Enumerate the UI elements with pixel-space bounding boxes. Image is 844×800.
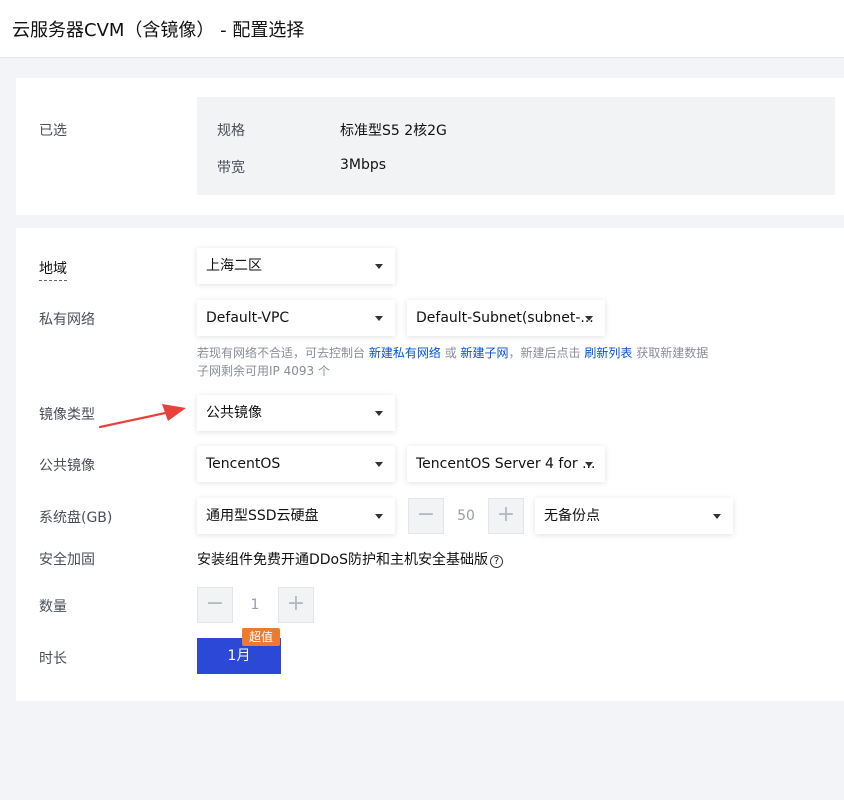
- region-label[interactable]: 地域: [39, 258, 67, 281]
- chevron-down-icon: [585, 462, 593, 467]
- selected-label: 已选: [39, 123, 67, 139]
- help-icon[interactable]: ?: [490, 555, 504, 568]
- network-label: 私有网络: [39, 312, 95, 328]
- chevron-down-icon: [375, 514, 383, 519]
- refresh-list-link[interactable]: 刷新列表: [584, 346, 632, 360]
- hint-text: 或: [444, 346, 457, 360]
- security-text: 安装组件免费开通DDoS防护和主机安全基础版?: [197, 549, 504, 569]
- quantity-increment-button[interactable]: +: [278, 587, 314, 623]
- public-image-label: 公共镜像: [39, 458, 95, 474]
- vpc-select[interactable]: Default-VPC: [197, 300, 395, 336]
- network-hint: 若现有网络不合适，可去控制台 新建私有网络 或 新建子网，新建后点击 刷新列表 …: [197, 344, 708, 361]
- quantity-decrement-button[interactable]: −: [197, 587, 233, 623]
- disk-size-decrement-button[interactable]: −: [408, 498, 444, 534]
- disk-type-value: 通用型SSD云硬盘: [206, 508, 319, 524]
- spec-value: 标准型S5 2核2G: [340, 123, 447, 139]
- image-type-select[interactable]: 公共镜像: [197, 395, 395, 431]
- os-value: TencentOS: [206, 456, 281, 472]
- system-disk-label: 系统盘(GB): [39, 510, 113, 526]
- os-select[interactable]: TencentOS: [197, 446, 395, 482]
- disk-type-select[interactable]: 通用型SSD云硬盘: [197, 498, 395, 534]
- create-subnet-link[interactable]: 新建子网: [461, 346, 509, 360]
- page-title: 云服务器CVM（含镜像） - 配置选择: [12, 20, 305, 41]
- hint-text: 获取新建数据: [636, 346, 709, 360]
- config-panel: 地域 上海二区 私有网络 Default-VPC Default-Subnet(…: [16, 228, 844, 701]
- chevron-down-icon: [713, 514, 721, 519]
- bandwidth-key: 带宽: [217, 160, 245, 176]
- chevron-down-icon: [585, 316, 593, 321]
- hint-text: 若现有网络不合适，可去控制台: [197, 346, 366, 360]
- vpc-value: Default-VPC: [206, 310, 290, 326]
- region-select[interactable]: 上海二区: [197, 248, 395, 284]
- quantity-input[interactable]: 1: [233, 587, 277, 623]
- chevron-down-icon: [375, 411, 383, 416]
- quantity-label: 数量: [39, 599, 67, 615]
- hint-text: ，新建后点击: [508, 346, 581, 360]
- security-label: 安全加固: [39, 552, 95, 568]
- subnet-ip-hint: 子网剩余可用IP 4093 个: [197, 364, 330, 378]
- os-version-value: TencentOS Server 4 for ...: [416, 456, 596, 472]
- backup-select[interactable]: 无备份点: [535, 498, 733, 534]
- chevron-down-icon: [375, 462, 383, 467]
- image-type-label: 镜像类型: [39, 407, 95, 423]
- selected-summary: 规格 标准型S5 2核2G 带宽 3Mbps: [197, 97, 835, 195]
- create-vpc-link[interactable]: 新建私有网络: [369, 346, 441, 360]
- selected-panel: 已选 规格 标准型S5 2核2G 带宽 3Mbps: [16, 78, 844, 215]
- chevron-down-icon: [375, 316, 383, 321]
- spec-key: 规格: [217, 123, 245, 139]
- subnet-select[interactable]: Default-Subnet(subnet-...: [407, 300, 605, 336]
- subnet-value: Default-Subnet(subnet-...: [416, 310, 594, 326]
- disk-size-increment-button[interactable]: +: [488, 498, 524, 534]
- red-arrow-icon: [98, 404, 186, 429]
- security-description: 安装组件免费开通DDoS防护和主机安全基础版: [197, 552, 489, 568]
- bandwidth-value: 3Mbps: [340, 157, 387, 173]
- backup-value: 无备份点: [544, 508, 600, 524]
- disk-size-input[interactable]: 50: [444, 498, 488, 534]
- duration-label: 时长: [39, 651, 67, 667]
- os-version-select[interactable]: TencentOS Server 4 for ...: [407, 446, 605, 482]
- value-badge: 超值: [242, 628, 280, 646]
- chevron-down-icon: [375, 264, 383, 269]
- image-type-value: 公共镜像: [206, 405, 262, 421]
- page-header: 云服务器CVM（含镜像） - 配置选择: [0, 0, 844, 58]
- region-value: 上海二区: [206, 258, 262, 274]
